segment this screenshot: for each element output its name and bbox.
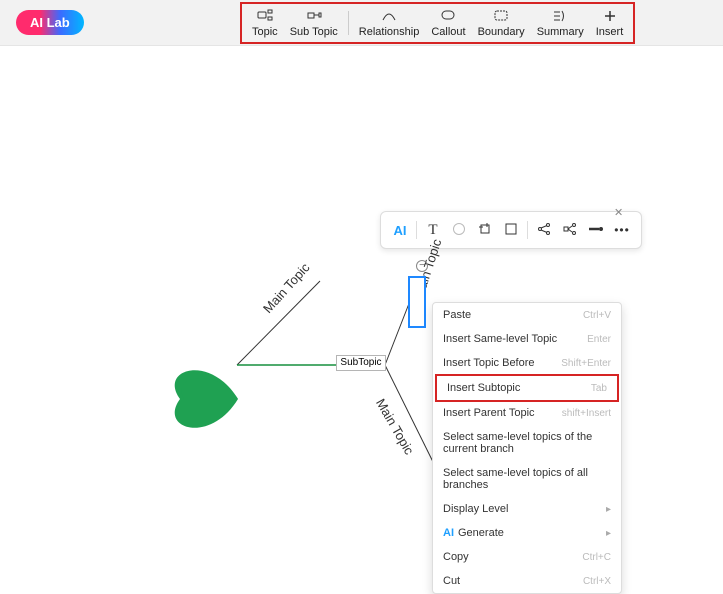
ctx-insert-same-level[interactable]: Insert Same-level Topic Enter [433, 327, 621, 351]
relationship-icon [381, 8, 397, 24]
toolbar-summary[interactable]: Summary [531, 6, 590, 40]
ctx-label: Insert Topic Before [443, 357, 535, 369]
toolbar-relationship[interactable]: Relationship [353, 6, 426, 40]
ctx-label: Display Level [443, 503, 508, 515]
ctx-shortcut: Shift+Enter [561, 358, 611, 369]
app-header: AI Lab Topic Sub Topic Relationship Call [0, 0, 723, 46]
ctx-label: Insert Parent Topic [443, 407, 535, 419]
topic-icon [257, 8, 273, 24]
ctx-label: Copy [443, 551, 469, 563]
ctx-label: Select same-level topics of all branches [443, 467, 611, 491]
plus-icon [602, 8, 618, 24]
subtopic-icon [306, 8, 322, 24]
ctx-ai-generate[interactable]: AIGenerate ▸ [433, 521, 621, 545]
ctx-shortcut: Tab [591, 383, 607, 394]
root-leaf-shape [150, 361, 250, 444]
ctx-shortcut: Enter [587, 334, 611, 345]
summary-icon [552, 8, 568, 24]
ctx-label: Insert Subtopic [447, 382, 520, 394]
toolbar-topic[interactable]: Topic [246, 6, 284, 40]
ctx-shortcut: Ctrl+X [583, 576, 611, 587]
ctx-label: Cut [443, 575, 460, 587]
toolbar-boundary[interactable]: Boundary [472, 6, 531, 40]
ctx-shortcut: shift+Insert [562, 408, 611, 419]
ctx-cut[interactable]: Cut Ctrl+X [433, 569, 621, 593]
toolbar-subtopic[interactable]: Sub Topic [284, 6, 344, 40]
boundary-icon [493, 8, 509, 24]
ctx-select-all-branches[interactable]: Select same-level topics of all branches [433, 461, 621, 497]
ctx-label: Select same-level topics of the current … [443, 431, 611, 455]
toolbar-callout[interactable]: Callout [425, 6, 471, 40]
toolbar-label: Callout [431, 26, 465, 38]
ctx-shortcut: Ctrl+V [583, 310, 611, 321]
ai-lab-badge[interactable]: AI Lab [16, 10, 84, 35]
ctx-label: AIGenerate [443, 527, 504, 539]
toolbar-insert[interactable]: Insert [590, 6, 630, 40]
toolbar-label: Topic [252, 26, 278, 38]
toolbar-label: Sub Topic [290, 26, 338, 38]
selected-topic[interactable]: − [408, 276, 426, 328]
ctx-select-current-branch[interactable]: Select same-level topics of the current … [433, 425, 621, 461]
main-toolbar: Topic Sub Topic Relationship Callout Bo [240, 2, 635, 44]
toolbar-label: Insert [596, 26, 624, 38]
subtopic-box[interactable]: SubTopic [336, 355, 386, 371]
collapse-toggle[interactable]: − [416, 260, 428, 272]
toolbar-divider [348, 11, 349, 35]
ctx-insert-parent[interactable]: Insert Parent Topic shift+Insert [433, 401, 621, 425]
ctx-shortcut: Ctrl+C [582, 552, 611, 563]
ctx-label: Insert Same-level Topic [443, 333, 557, 345]
toolbar-label: Boundary [478, 26, 525, 38]
ctx-paste[interactable]: Paste Ctrl+V [433, 303, 621, 327]
context-menu: Paste Ctrl+V Insert Same-level Topic Ent… [432, 302, 622, 594]
callout-icon [440, 8, 456, 24]
toolbar-label: Summary [537, 26, 584, 38]
canvas[interactable]: AI T ••• ✕ Main Topic Main Topic Main To… [0, 46, 723, 503]
toolbar-label: Relationship [359, 26, 420, 38]
ctx-insert-subtopic[interactable]: Insert Subtopic Tab [435, 374, 619, 402]
ctx-insert-before[interactable]: Insert Topic Before Shift+Enter [433, 351, 621, 375]
chevron-right-icon: ▸ [606, 528, 611, 539]
ai-icon: AI [443, 527, 454, 539]
ctx-display-level[interactable]: Display Level ▸ [433, 497, 621, 521]
chevron-right-icon: ▸ [606, 504, 611, 515]
ctx-copy[interactable]: Copy Ctrl+C [433, 545, 621, 569]
ctx-label: Paste [443, 309, 471, 321]
